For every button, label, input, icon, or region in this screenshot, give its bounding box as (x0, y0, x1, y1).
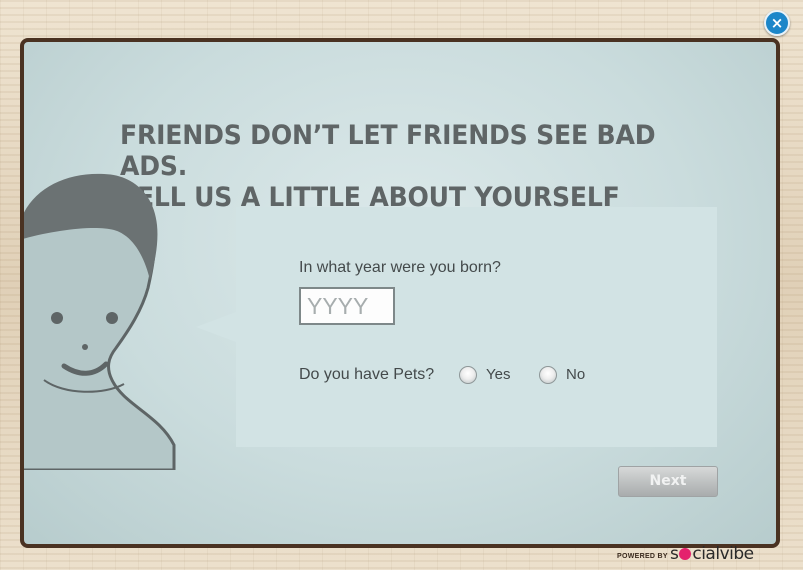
speech-bubble-tail (196, 312, 236, 342)
brand-prefix: s (670, 544, 679, 564)
year-question-label: In what year were you born? (299, 259, 501, 276)
pets-no-label: No (566, 366, 586, 383)
pets-no-radio[interactable] (539, 366, 557, 384)
wood-frame: FRIENDS DON’T LET FRIENDS SEE BAD ADS. T… (0, 0, 803, 570)
pets-yes-label: Yes (486, 366, 511, 383)
powered-by-label: POWERED BY (617, 553, 668, 560)
birth-year-input[interactable] (299, 287, 395, 325)
pets-question-label: Do you have Pets? (299, 366, 435, 383)
socialvibe-logo: s cialvibe (670, 544, 754, 564)
brand-heart-icon (679, 548, 692, 560)
next-button[interactable]: Next (618, 466, 718, 497)
survey-panel: FRIENDS DON’T LET FRIENDS SEE BAD ADS. T… (20, 38, 780, 548)
close-icon[interactable]: × (764, 10, 790, 36)
pets-yes-radio[interactable] (459, 366, 477, 384)
headline: FRIENDS DON’T LET FRIENDS SEE BAD ADS. T… (120, 120, 715, 213)
face-illustration-icon (24, 173, 176, 470)
headline-line-1: FRIENDS DON’T LET FRIENDS SEE BAD ADS. (120, 120, 656, 182)
brand-suffix: cialvibe (692, 544, 754, 564)
speech-bubble (236, 207, 717, 447)
